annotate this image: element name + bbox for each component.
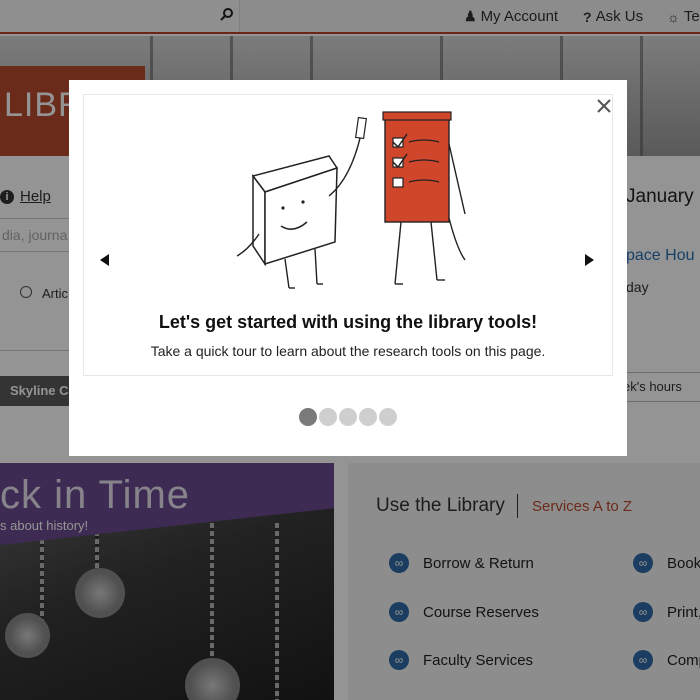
next-slide-arrow-icon[interactable] <box>583 252 597 268</box>
slide-dot-2[interactable] <box>319 408 337 426</box>
slide-dot-3[interactable] <box>339 408 357 426</box>
tablet-and-easel-illustration <box>236 111 466 289</box>
tour-heading: Let's get started with using the library… <box>158 312 538 332</box>
close-icon[interactable] <box>593 95 615 117</box>
previous-slide-arrow-icon[interactable] <box>97 252 111 268</box>
tablet-character <box>236 116 368 289</box>
slide-dot-1[interactable] <box>299 408 317 426</box>
tour-modal: Let's get started with using the library… <box>69 80 627 456</box>
easel-character <box>382 111 466 285</box>
slide-dot-5[interactable] <box>379 408 397 426</box>
slide-pagination <box>69 408 627 426</box>
tour-description: Take a quick tour to learn about the res… <box>150 343 546 359</box>
slide-dot-4[interactable] <box>359 408 377 426</box>
